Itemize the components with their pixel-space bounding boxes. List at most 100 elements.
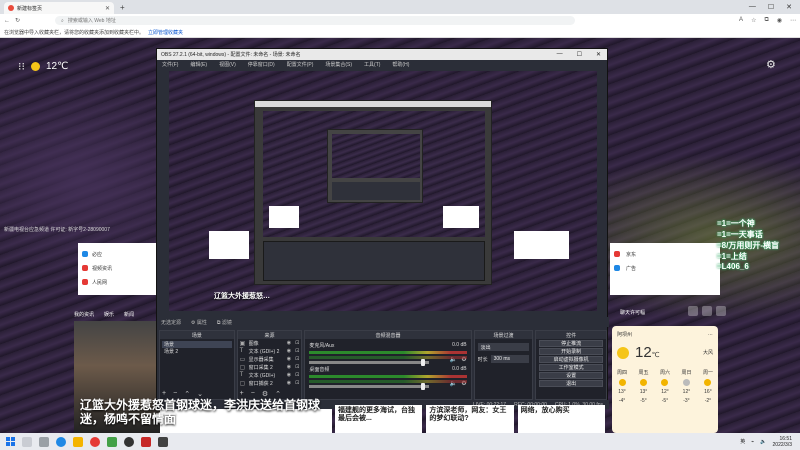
lock-icon[interactable]: ⊡ xyxy=(295,348,299,354)
close-window-icon[interactable]: ✕ xyxy=(786,3,792,11)
app-icon-green[interactable] xyxy=(107,436,117,447)
eye-icon[interactable]: ◉ xyxy=(287,356,291,362)
task-view-icon[interactable] xyxy=(39,436,49,447)
browser-tab[interactable]: 新建标签页 ✕ xyxy=(4,2,114,14)
quick-link[interactable]: 广告 xyxy=(614,261,716,275)
lock-icon[interactable]: ⊡ xyxy=(295,340,299,346)
quick-link[interactable]: 人民网 xyxy=(82,275,152,289)
eye-icon[interactable]: ◉ xyxy=(287,340,291,346)
newtab-weather[interactable]: ⁝⁝ 12℃ xyxy=(18,60,68,73)
move-up-icon[interactable]: ⌃ xyxy=(184,390,190,398)
menu-tools[interactable]: 工具(T) xyxy=(364,61,380,68)
settings-gear-icon[interactable]: ⚙ xyxy=(766,58,776,71)
quick-link[interactable]: 必应 xyxy=(82,247,152,261)
volume-slider[interactable] xyxy=(309,383,430,390)
menu-file[interactable]: 文件(F) xyxy=(162,61,178,68)
collections-icon[interactable]: ⧉ xyxy=(764,17,768,24)
obs-minimize-icon[interactable]: — xyxy=(557,51,563,58)
weather-card[interactable]: 阿坝州 ⋯ 12℃ 大风 周四 13° -4° 周五 13° -5° 周六 12° -5° … xyxy=(612,326,718,433)
start-recording-button[interactable]: 开始录制 xyxy=(539,348,603,355)
add-icon[interactable]: + xyxy=(162,390,166,398)
menu-view[interactable]: 视图(V) xyxy=(219,61,236,68)
source-item[interactable]: T 文本 (GDI+) 2 ◉ ⊡ xyxy=(238,347,302,355)
obs-preview[interactable]: 辽篮大外援惹怒… xyxy=(169,71,597,311)
eye-icon[interactable]: ◉ xyxy=(287,348,291,354)
source-item[interactable]: ▢ 窗口捕获 2 ◉ ⊡ xyxy=(238,379,302,387)
volume-slider[interactable] xyxy=(309,359,430,366)
tray-language[interactable]: 英 xyxy=(740,438,745,445)
app-icon-red[interactable] xyxy=(90,436,100,447)
menu-scene-collection[interactable]: 场景集合(S) xyxy=(325,61,352,68)
widget-icon[interactable] xyxy=(702,306,712,316)
menu-profile[interactable]: 配置文件(P) xyxy=(287,61,314,68)
scene-item[interactable]: 场景 2 xyxy=(162,348,232,355)
windows-start-icon[interactable] xyxy=(6,437,15,446)
studio-mode-button[interactable]: 工作室模式 xyxy=(539,364,603,371)
quick-link[interactable]: 京东 xyxy=(614,247,716,261)
search-icon[interactable] xyxy=(22,436,32,447)
volume-icon[interactable]: 🔈 xyxy=(760,439,766,445)
settings-button[interactable]: 设置 xyxy=(539,372,603,379)
feed-tab[interactable]: 新闻 xyxy=(124,311,134,318)
maximize-icon[interactable]: ☐ xyxy=(768,3,774,11)
transition-select[interactable]: 淡出 xyxy=(477,343,530,351)
news-card[interactable]: 方滨深老师，网友：女王的梦幻联动? xyxy=(426,405,514,433)
filters-button[interactable]: ⧉ 滤镜 xyxy=(217,319,232,326)
network-icon[interactable]: ⌁ xyxy=(751,439,754,445)
menu-edit[interactable]: 编辑(E) xyxy=(190,61,207,68)
source-item[interactable]: ▣ 图像 ◉ ⊡ xyxy=(238,339,302,347)
read-aloud-icon[interactable]: A xyxy=(739,17,743,24)
clock[interactable]: 16:51 2022/3/3 xyxy=(773,436,792,448)
more-menu-icon[interactable]: ⋯ xyxy=(790,17,796,24)
stop-streaming-button[interactable]: 停止推流 xyxy=(539,340,603,347)
source-item[interactable]: ▢ 窗口采集 2 ◉ ⊡ xyxy=(238,363,302,371)
volume-slider-knob[interactable] xyxy=(421,359,426,366)
remove-icon[interactable]: − xyxy=(173,390,177,398)
edge-icon[interactable] xyxy=(56,436,66,447)
infobar-link[interactable]: 立即管理收藏夹 xyxy=(148,29,183,36)
favorite-star-icon[interactable]: ☆ xyxy=(751,17,756,24)
quick-link[interactable]: 视频资讯 xyxy=(82,261,152,275)
obs-maximize-icon[interactable]: ☐ xyxy=(577,51,582,58)
source-item[interactable]: T 文本 (GDI+) ◉ ⊡ xyxy=(238,371,302,379)
virtual-camera-button[interactable]: 启动虚拟摄像机 xyxy=(539,356,603,363)
eye-icon[interactable]: ◉ xyxy=(287,380,291,386)
eye-icon[interactable]: ◉ xyxy=(287,364,291,370)
app-icon-adobe[interactable] xyxy=(141,436,151,447)
add-icon[interactable]: + xyxy=(240,390,244,398)
news-card[interactable]: 网络，放心购买 xyxy=(517,405,605,433)
duration-input[interactable]: 300 ms xyxy=(490,355,530,363)
refresh-icon[interactable]: ↻ xyxy=(15,17,20,24)
scene-item[interactable]: 场景 xyxy=(162,341,232,348)
new-tab-icon[interactable]: + xyxy=(120,3,125,12)
obs-close-icon[interactable]: ✕ xyxy=(596,51,601,58)
feed-tab[interactable]: 娱乐 xyxy=(104,311,114,318)
news-headline[interactable]: 辽篮大外援惹怒首钢球迷，李洪庆送给首钢球迷，杨鸣不留情面 xyxy=(80,398,340,426)
menu-docks[interactable]: 停靠窗口(D) xyxy=(248,61,275,68)
apps-grid-icon[interactable]: ⁝⁝ xyxy=(18,60,25,73)
eye-icon[interactable]: ◉ xyxy=(287,372,291,378)
news-card[interactable]: 福建舰的更多海试，台独最后会被... xyxy=(335,405,423,433)
widget-icon[interactable] xyxy=(688,306,698,316)
properties-button[interactable]: ⚙ 属性 xyxy=(191,319,207,326)
obs-icon[interactable] xyxy=(124,436,134,447)
minimize-icon[interactable]: — xyxy=(749,3,756,11)
more-icon[interactable]: ⋯ xyxy=(708,332,713,338)
lock-icon[interactable]: ⊡ xyxy=(295,380,299,386)
feed-tab[interactable]: 我的资讯 xyxy=(74,311,94,318)
gear-icon[interactable]: ⚙ xyxy=(262,390,268,398)
app-icon-dark[interactable] xyxy=(158,436,168,447)
widget-icon[interactable] xyxy=(716,306,726,316)
back-icon[interactable]: ← xyxy=(4,18,10,24)
exit-button[interactable]: 退出 xyxy=(539,380,603,387)
source-item[interactable]: ▭ 显示器采集 ◉ ⊡ xyxy=(238,355,302,363)
lock-icon[interactable]: ⊡ xyxy=(295,364,299,370)
lock-icon[interactable]: ⊡ xyxy=(295,356,299,362)
file-explorer-icon[interactable] xyxy=(73,436,83,447)
remove-icon[interactable]: − xyxy=(251,390,255,398)
profile-icon[interactable]: ◉ xyxy=(777,17,782,24)
volume-slider-knob[interactable] xyxy=(421,383,426,390)
lock-icon[interactable]: ⊡ xyxy=(295,372,299,378)
move-up-icon[interactable]: ⌃ xyxy=(275,390,281,398)
move-down-icon[interactable]: ⌄ xyxy=(197,390,203,398)
